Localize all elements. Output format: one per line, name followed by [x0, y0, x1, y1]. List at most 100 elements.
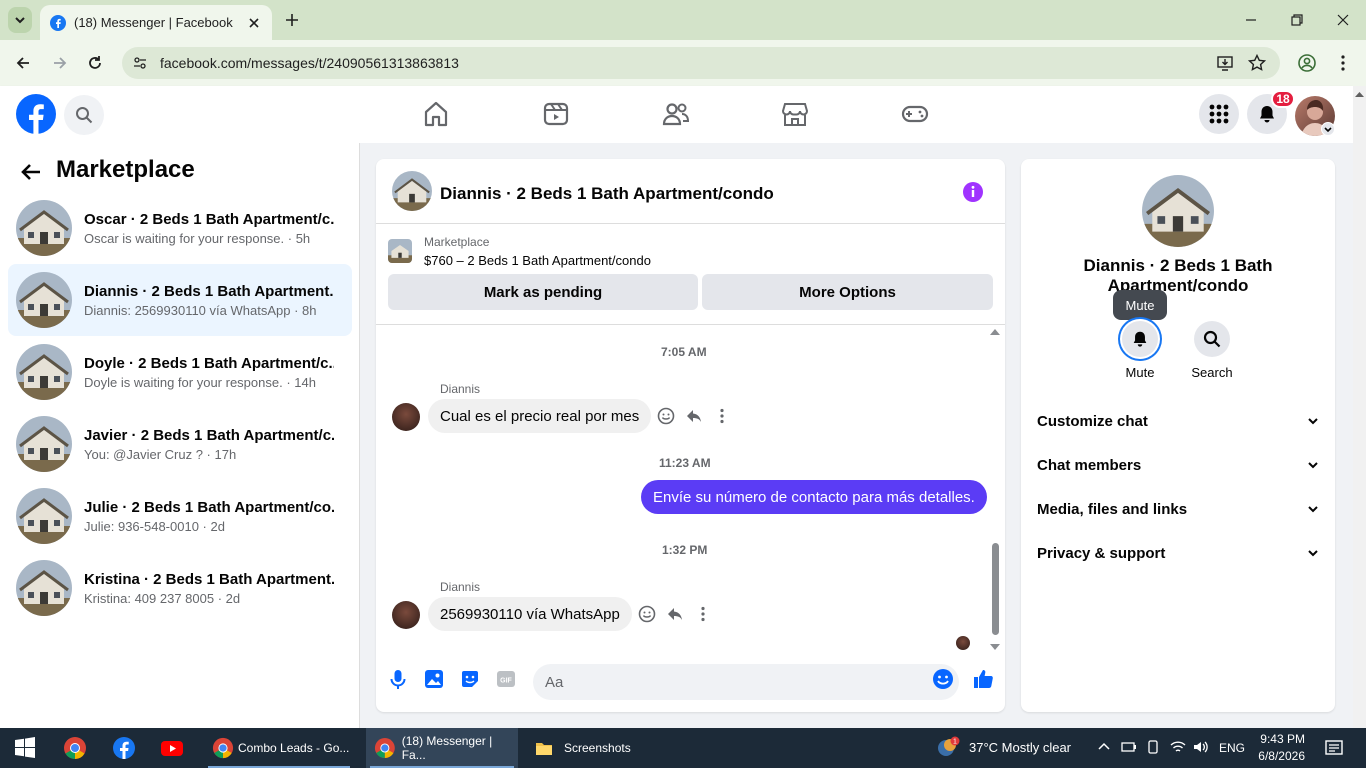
message-scrollbar-thumb[interactable] [992, 543, 999, 635]
marketplace-icon[interactable] [780, 99, 810, 129]
battery-icon[interactable] [1120, 739, 1138, 755]
tab-search-button[interactable] [8, 7, 32, 33]
chevron-down-icon [1308, 506, 1318, 513]
facebook-search-button[interactable] [64, 95, 104, 135]
back-arrow-icon[interactable] [13, 53, 33, 73]
home-icon[interactable] [421, 99, 451, 129]
more-actions-icon[interactable] [694, 605, 712, 623]
profile-icon[interactable] [1297, 53, 1317, 73]
outgoing-message[interactable]: Envíe su número de contacto para más det… [641, 480, 987, 514]
chrome-profile-icon [374, 738, 395, 758]
install-app-icon[interactable] [1215, 53, 1235, 73]
weather-icon[interactable]: 1 [936, 736, 960, 760]
mute-button[interactable]: Mute [1105, 321, 1175, 380]
clock-time[interactable]: 9:43 PM [1259, 732, 1305, 746]
youtube-icon[interactable] [160, 736, 184, 760]
reply-icon[interactable] [666, 605, 684, 623]
windows-taskbar: Combo Leads - Go... (18) Messenger | Fa.… [0, 728, 1366, 768]
taskbar-app-combo-leads[interactable]: Combo Leads - Go... [204, 728, 354, 768]
forward-arrow-icon[interactable] [50, 53, 70, 73]
back-arrow-icon[interactable] [20, 161, 42, 183]
gif-icon[interactable]: GIF [495, 668, 517, 690]
chevron-down-icon [1308, 418, 1318, 425]
clock-date[interactable]: 6/8/2026 [1257, 749, 1305, 763]
close-tab-icon[interactable] [246, 15, 262, 31]
conversation-preview: Julie: 936-548-0010 · 2d [84, 518, 225, 534]
conversation-item-julie[interactable]: Julie · 2 Beds 1 Bath Apartment/co... Jul… [8, 480, 352, 552]
close-window-icon[interactable] [1333, 10, 1353, 30]
browser-tab-messenger[interactable]: (18) Messenger | Facebook [40, 5, 272, 40]
react-emoji-icon[interactable] [638, 605, 656, 623]
chat-members-section[interactable]: Chat members [1037, 453, 1319, 477]
conversation-list-pane: Marketplace Oscar · 2 Beds 1 Bath Apartm… [0, 143, 360, 728]
emoji-icon[interactable] [932, 668, 954, 690]
windows-start-icon[interactable] [13, 736, 37, 760]
conversation-item-doyle[interactable]: Doyle · 2 Beds 1 Bath Apartment/c... Doyl… [8, 336, 352, 408]
weather-text[interactable]: 37°C Mostly clear [969, 740, 1071, 755]
house-thumbnail [16, 344, 72, 400]
media-files-links-section[interactable]: Media, files and links [1037, 497, 1319, 521]
message-input[interactable]: Aa [533, 664, 959, 700]
site-info-icon[interactable] [132, 55, 148, 71]
phone-link-icon[interactable] [1145, 739, 1161, 755]
mark-as-pending-button[interactable]: Mark as pending [388, 274, 698, 310]
language-indicator[interactable]: ENG [1219, 741, 1245, 755]
taskbar-app-messenger[interactable]: (18) Messenger | Fa... [366, 728, 518, 768]
bookmark-star-icon[interactable] [1247, 53, 1267, 73]
conversation-item-kristina[interactable]: Kristina · 2 Beds 1 Bath Apartment... Kri… [8, 552, 352, 624]
chat-avatar[interactable] [392, 171, 432, 211]
conversation-item-javier[interactable]: Javier · 2 Beds 1 Bath Apartment/c... You… [8, 408, 352, 480]
reply-icon[interactable] [685, 407, 703, 425]
chrome-icon[interactable] [63, 736, 87, 760]
address-bar[interactable]: facebook.com/messages/t/2409056131386381… [122, 47, 1280, 79]
menu-grid-button[interactable] [1199, 94, 1239, 134]
scroll-up-arrow-icon[interactable] [1353, 90, 1366, 100]
browser-menu-icon[interactable] [1333, 53, 1353, 73]
minimize-icon[interactable] [1241, 10, 1261, 30]
new-tab-icon[interactable] [282, 10, 302, 30]
scroll-up-arrow-icon[interactable] [988, 327, 1002, 337]
conversation-item-diannis[interactable]: Diannis · 2 Beds 1 Bath Apartment... Dian… [8, 264, 352, 336]
sender-avatar[interactable] [392, 601, 420, 629]
wifi-icon[interactable] [1169, 739, 1187, 755]
volume-icon[interactable] [1192, 739, 1210, 755]
mute-label: Mute [1125, 365, 1155, 380]
marketplace-listing-banner[interactable]: Marketplace $760 – 2 Beds 1 Bath Apartme… [388, 233, 998, 273]
gaming-icon[interactable] [900, 99, 930, 129]
facebook-app-icon[interactable] [112, 736, 136, 760]
reload-icon[interactable] [85, 53, 105, 73]
react-emoji-icon[interactable] [657, 407, 675, 425]
sticker-icon[interactable] [459, 668, 481, 690]
thumbs-up-icon[interactable] [972, 668, 994, 690]
conversation-item-oscar[interactable]: Oscar · 2 Beds 1 Bath Apartment/c... Osca… [8, 192, 352, 264]
sender-name: Diannis [440, 382, 481, 396]
message-thread[interactable]: 7:05 AM Diannis Cual es el precio real p… [376, 324, 1005, 654]
facebook-logo-icon[interactable] [16, 94, 56, 134]
photo-icon[interactable] [423, 668, 445, 690]
more-options-button[interactable]: More Options [702, 274, 993, 310]
account-menu-button[interactable] [1321, 122, 1335, 136]
contact-name: Diannis · 2 Beds 1 Bath Apartment/condo [1083, 256, 1273, 295]
page-scrollbar[interactable] [1353, 86, 1366, 728]
sender-avatar[interactable] [392, 403, 420, 431]
customize-chat-section[interactable]: Customize chat [1037, 409, 1319, 433]
incoming-message[interactable]: Cual es el precio real por mes [428, 399, 652, 433]
contact-avatar[interactable] [1142, 175, 1214, 247]
more-actions-icon[interactable] [713, 407, 731, 425]
privacy-support-section[interactable]: Privacy & support [1037, 541, 1319, 565]
notification-center-icon[interactable] [1324, 738, 1344, 758]
scroll-down-arrow-icon[interactable] [988, 642, 1002, 652]
mute-tooltip: Mute [1113, 290, 1167, 320]
taskbar-app-screenshots[interactable]: Screenshots [526, 728, 646, 768]
timestamp: 7:05 AM [661, 345, 707, 359]
chevron-up-icon[interactable] [1096, 738, 1112, 754]
search-in-chat-button[interactable]: Search [1177, 321, 1247, 380]
microphone-icon[interactable] [387, 668, 409, 690]
restore-icon[interactable] [1287, 10, 1307, 30]
incoming-message[interactable]: 2569930110 vía WhatsApp [428, 597, 632, 631]
friends-icon[interactable] [661, 99, 691, 129]
info-icon[interactable] [962, 181, 984, 203]
chat-title[interactable]: Diannis · 2 Beds 1 Bath Apartment/condo [440, 184, 774, 204]
video-icon[interactable] [541, 99, 571, 129]
tab-title: (18) Messenger | Facebook [74, 15, 233, 30]
